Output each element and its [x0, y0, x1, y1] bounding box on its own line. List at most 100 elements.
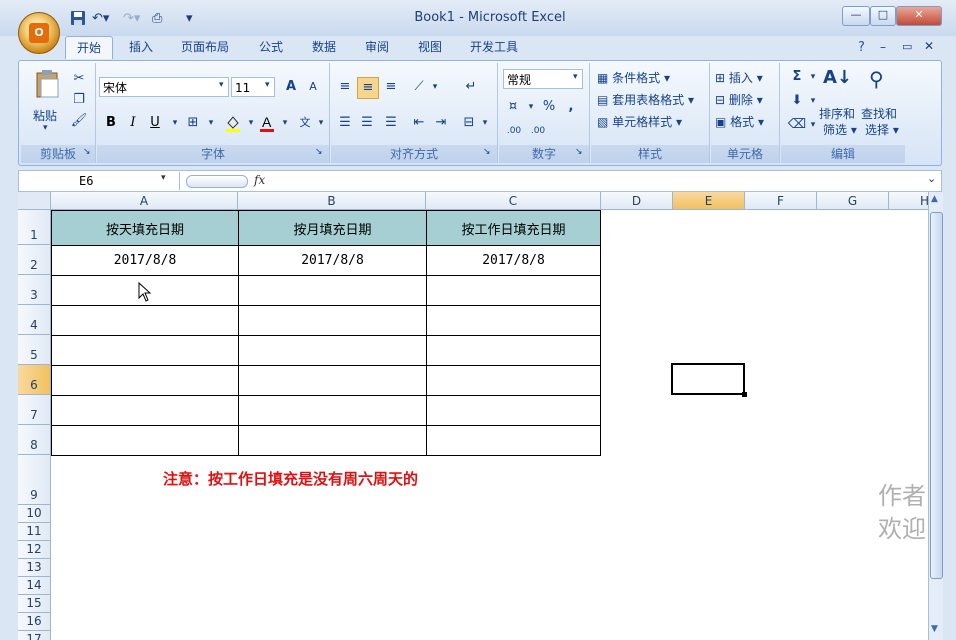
sort-filter-icon[interactable]: A↓: [823, 67, 852, 88]
cell-b2[interactable]: 2017/8/8: [238, 245, 427, 276]
column-header-a[interactable]: A: [51, 192, 238, 210]
redo-icon[interactable]: ↷▾: [123, 10, 140, 28]
cell-b8[interactable]: [238, 425, 427, 456]
tab-insert[interactable]: 插入: [120, 36, 162, 58]
row-header-12[interactable]: 12: [18, 541, 51, 559]
print-preview-icon[interactable]: ⎙: [152, 10, 162, 28]
cell-a6[interactable]: [51, 365, 239, 396]
paste-dropdown-icon[interactable]: ▾: [43, 123, 48, 133]
cell-a4[interactable]: [51, 305, 239, 336]
phonetic-dropdown-icon[interactable]: ▾: [311, 113, 331, 133]
align-left-icon[interactable]: ☰: [335, 113, 355, 133]
row-header-7[interactable]: 7: [18, 395, 51, 425]
column-header-f[interactable]: F: [745, 192, 817, 210]
row-header-15[interactable]: 15: [18, 595, 51, 613]
cell-c4[interactable]: [426, 305, 601, 336]
row-header-2[interactable]: 2: [18, 245, 51, 275]
row-header-5[interactable]: 5: [18, 335, 51, 365]
row-header-11[interactable]: 11: [18, 523, 51, 541]
decrease-indent-icon[interactable]: ⇤: [409, 113, 429, 133]
expand-formula-bar-icon[interactable]: ⌄: [927, 172, 936, 185]
name-box-dropdown-icon[interactable]: ▾: [161, 173, 166, 183]
clipboard-launcher-icon[interactable]: ↘: [83, 147, 91, 157]
orientation-dropdown-icon[interactable]: ▾: [425, 77, 445, 97]
number-launcher-icon[interactable]: ↘: [575, 147, 583, 157]
conditional-format-button[interactable]: ▦ 条件格式 ▾: [597, 69, 670, 86]
insert-function-icon[interactable]: fx: [254, 173, 265, 187]
tab-home[interactable]: 开始: [65, 36, 113, 59]
shrink-font-icon[interactable]: A: [303, 77, 323, 97]
align-top-icon[interactable]: ≡: [335, 77, 355, 97]
formula-input[interactable]: [275, 171, 925, 191]
cell-a5[interactable]: [51, 335, 239, 366]
grow-font-icon[interactable]: A: [281, 77, 301, 97]
increase-indent-icon[interactable]: ⇥: [431, 113, 451, 133]
delete-cells-button[interactable]: ⊟ 删除 ▾: [715, 91, 763, 108]
cell-c1[interactable]: 按工作日填充日期: [426, 210, 601, 246]
find-select-label-2[interactable]: 选择 ▾: [865, 121, 899, 138]
row-header-13[interactable]: 13: [18, 559, 51, 577]
borders-dropdown-icon[interactable]: ▾: [201, 113, 221, 133]
copy-icon[interactable]: ❐: [69, 90, 89, 110]
row-header-1[interactable]: 1: [18, 210, 51, 245]
bold-button[interactable]: B: [101, 113, 121, 133]
percent-button[interactable]: %: [539, 97, 559, 117]
align-center-icon[interactable]: ☰: [357, 113, 377, 133]
worksheet-grid[interactable]: A B C D E F G H 1 2 3 4 5 6 7 8 9 10 11 …: [18, 192, 928, 640]
cell-a1[interactable]: 按天填充日期: [51, 210, 239, 246]
font-color-dropdown-icon[interactable]: ▾: [275, 113, 295, 133]
wrap-text-icon[interactable]: ↵: [461, 77, 481, 97]
cell-c6[interactable]: [426, 365, 601, 396]
formula-divider-handle[interactable]: [186, 175, 248, 188]
vertical-scrollbar[interactable]: ▲ ▼: [928, 192, 943, 640]
font-size-dropdown-icon[interactable]: ▾: [265, 80, 270, 90]
cell-styles-button[interactable]: ▧ 单元格样式 ▾: [597, 113, 682, 130]
row-header-10[interactable]: 10: [18, 505, 51, 523]
increase-decimal-button[interactable]: .00: [503, 121, 525, 141]
cell-c8[interactable]: [426, 425, 601, 456]
alignment-launcher-icon[interactable]: ↘: [483, 147, 491, 157]
column-header-e[interactable]: E: [673, 192, 745, 210]
sort-filter-label-2[interactable]: 筛选 ▾: [823, 121, 857, 138]
fill-color-icon[interactable]: [223, 113, 243, 133]
column-header-h[interactable]: H: [889, 192, 928, 210]
format-cells-button[interactable]: ▣ 格式 ▾: [715, 113, 764, 130]
cell-b3[interactable]: [238, 275, 427, 306]
sort-filter-label[interactable]: 排序和: [819, 105, 855, 122]
tab-view[interactable]: 视图: [409, 36, 451, 58]
cell-b5[interactable]: [238, 335, 427, 366]
undo-icon[interactable]: ↶▾: [92, 10, 109, 28]
help-icon[interactable]: ?: [858, 40, 865, 55]
tab-review[interactable]: 审阅: [356, 36, 398, 58]
row-header-9[interactable]: 9: [18, 455, 51, 505]
cell-b1[interactable]: 按月填充日期: [238, 210, 427, 246]
row-header-14[interactable]: 14: [18, 577, 51, 595]
row-header-6[interactable]: 6: [18, 365, 51, 395]
paste-icon[interactable]: [35, 69, 61, 99]
row-header-17[interactable]: 17: [18, 631, 51, 640]
font-color-icon[interactable]: A: [257, 113, 277, 133]
column-header-b[interactable]: B: [238, 192, 426, 210]
underline-dropdown-icon[interactable]: ▾: [165, 113, 185, 133]
scroll-thumb[interactable]: [930, 212, 943, 579]
customize-qat-icon[interactable]: ▾: [186, 10, 193, 28]
font-launcher-icon[interactable]: ↘: [315, 147, 323, 157]
column-header-g[interactable]: G: [817, 192, 889, 210]
active-cell-e6[interactable]: [671, 363, 747, 397]
find-select-label[interactable]: 查找和: [861, 105, 897, 122]
cell-b6[interactable]: [238, 365, 427, 396]
scroll-down-icon[interactable]: ▼: [931, 624, 938, 634]
cell-b4[interactable]: [238, 305, 427, 336]
cell-c5[interactable]: [426, 335, 601, 366]
row-header-3[interactable]: 3: [18, 275, 51, 305]
cell-a2[interactable]: 2017/8/8: [51, 245, 239, 276]
column-header-d[interactable]: D: [601, 192, 673, 210]
tab-data[interactable]: 数据: [303, 36, 345, 58]
cell-a7[interactable]: [51, 395, 239, 426]
name-box[interactable]: E6: [19, 171, 169, 191]
decrease-decimal-button[interactable]: .00: [527, 121, 549, 141]
number-format-dropdown-icon[interactable]: ▾: [573, 72, 578, 82]
cell-c3[interactable]: [426, 275, 601, 306]
office-button[interactable]: O: [18, 12, 60, 54]
column-header-c[interactable]: C: [426, 192, 601, 210]
